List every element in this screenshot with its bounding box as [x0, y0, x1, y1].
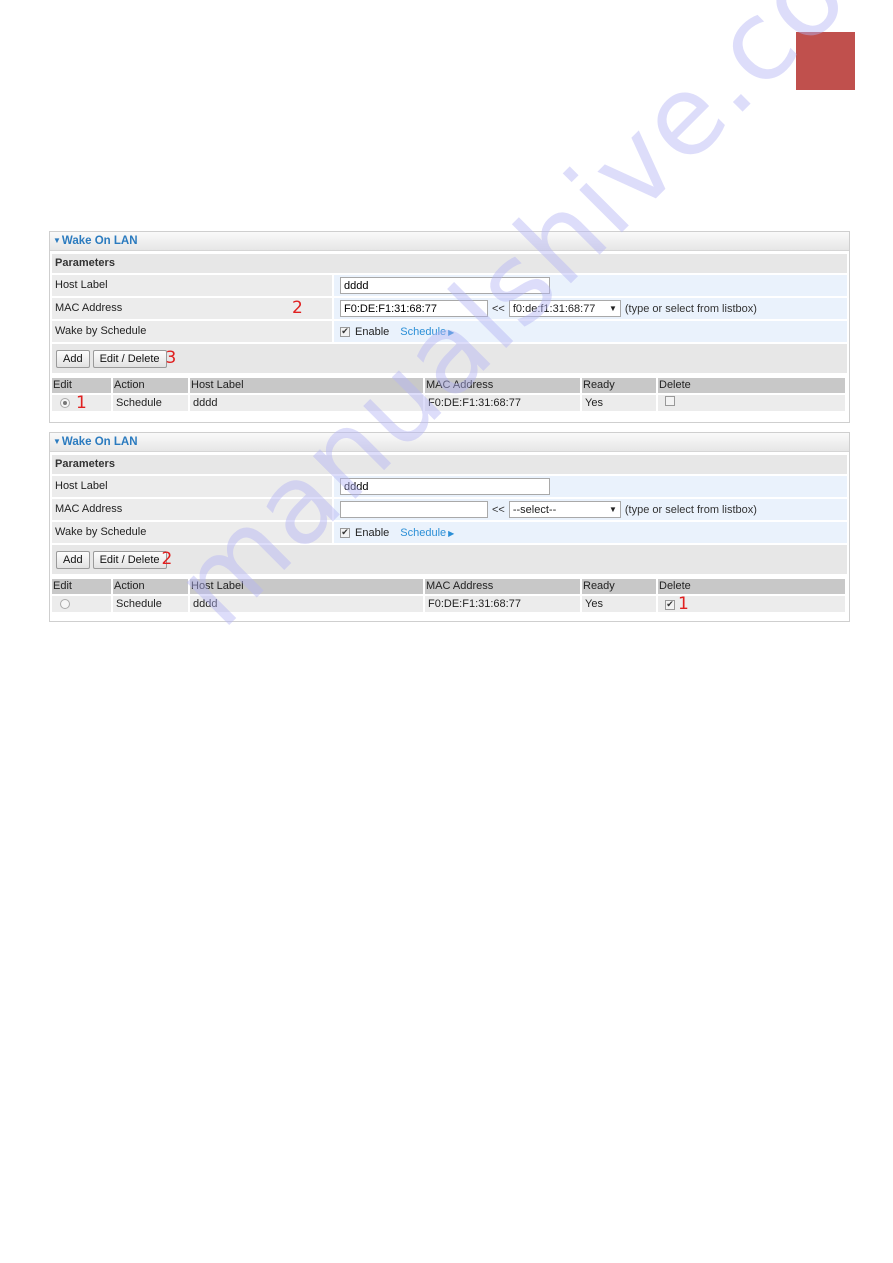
col-ready: Ready [582, 378, 656, 393]
cell-ready: Yes [582, 395, 656, 411]
cell-action: Schedule [113, 596, 188, 612]
table-row: 1 Schedule dddd F0:DE:F1:31:68:77 Yes [52, 393, 845, 413]
collapse-triangle-icon: ▼ [53, 437, 61, 446]
table-row: Schedule dddd F0:DE:F1:31:68:77 Yes ✔ 1 [52, 594, 845, 614]
host-label-input[interactable] [340, 277, 550, 294]
wake-by-schedule-row: Wake by Schedule ✔ Enable Schedule ▶ [52, 522, 847, 543]
parameters-section: Parameters Host Label MAC Address << --s… [52, 455, 847, 543]
wake-on-lan-panel-1: ▼Wake On LAN Parameters Host Label MAC A… [49, 231, 850, 423]
parameters-section: Parameters Host Label MAC Address 2 << f… [52, 254, 847, 342]
callout-number: 2 [161, 549, 173, 569]
select-value: --select-- [512, 503, 557, 516]
callout-number: 1 [76, 393, 87, 413]
wake-by-schedule-row: Wake by Schedule ✔ Enable Schedule ▶ [52, 321, 847, 342]
button-bar: Add Edit / Delete 3 [52, 344, 847, 373]
host-label-row: Host Label [52, 476, 847, 497]
mac-address-row: MAC Address 2 << f0:de:f1:31:68:77 ▼ (typ… [52, 298, 847, 319]
wol-table: Edit Action Host Label MAC Address Ready… [50, 376, 847, 413]
cell-ready: Yes [582, 596, 656, 612]
parameters-title: Parameters [52, 455, 847, 474]
cell-host-label: dddd [190, 395, 423, 411]
col-action: Action [113, 378, 188, 393]
cell-mac: F0:DE:F1:31:68:77 [425, 395, 580, 411]
schedule-link-text: Schedule [400, 325, 447, 338]
edit-radio[interactable] [60, 599, 70, 610]
chapter-tab-marker [796, 32, 855, 90]
panel-header[interactable]: ▼Wake On LAN [50, 232, 849, 251]
mac-address-select[interactable]: --select-- ▼ [508, 501, 621, 518]
cell-host-label: dddd [190, 596, 423, 612]
delete-checkbox[interactable] [665, 396, 675, 406]
mac-address-input[interactable] [340, 501, 488, 518]
col-ready: Ready [582, 579, 656, 594]
col-action: Action [113, 579, 188, 594]
wake-by-schedule-label: Wake by Schedule [52, 522, 332, 543]
host-label-input[interactable] [340, 478, 550, 495]
table-header-row: Edit Action Host Label MAC Address Ready… [52, 378, 845, 393]
enable-checkbox[interactable]: ✔ [340, 527, 350, 538]
schedule-link-text: Schedule [400, 526, 447, 539]
wol-table: Edit Action Host Label MAC Address Ready… [50, 577, 847, 614]
edit-delete-button[interactable]: Edit / Delete [92, 349, 167, 368]
add-button[interactable]: Add [56, 550, 90, 569]
panel-title: Wake On LAN [61, 235, 138, 247]
copy-separator: << [492, 503, 505, 516]
enable-label: Enable [355, 325, 390, 338]
panel-header[interactable]: ▼Wake On LAN [50, 433, 849, 452]
collapse-triangle-icon: ▼ [53, 236, 61, 245]
add-button[interactable]: Add [56, 349, 90, 368]
mac-address-label: MAC Address [55, 302, 123, 314]
col-edit: Edit [52, 378, 111, 393]
col-mac-address: MAC Address [425, 579, 580, 594]
col-delete: Delete [658, 579, 845, 594]
table-header-row: Edit Action Host Label MAC Address Ready… [52, 579, 845, 594]
callout-number: 3 [165, 348, 177, 368]
host-label-row: Host Label [52, 275, 847, 296]
button-bar: Add Edit / Delete 2 [52, 545, 847, 574]
mac-hint: (type or select from listbox) [624, 302, 757, 315]
schedule-link[interactable]: Schedule ▶ [400, 527, 454, 539]
wake-by-schedule-label: Wake by Schedule [52, 321, 332, 342]
callout-number: 1 [678, 594, 689, 614]
callout-number: 2 [292, 298, 303, 318]
col-host-label: Host Label [190, 579, 423, 594]
mac-hint: (type or select from listbox) [624, 503, 757, 516]
cell-mac: F0:DE:F1:31:68:77 [425, 596, 580, 612]
edit-delete-button[interactable]: Edit / Delete [92, 550, 167, 569]
enable-label: Enable [355, 526, 390, 539]
dropdown-arrow-icon: ▼ [608, 505, 617, 514]
play-arrow-icon: ▶ [448, 528, 455, 538]
host-label-label: Host Label [52, 275, 332, 296]
copy-separator: << [492, 302, 505, 315]
edit-radio[interactable] [60, 398, 70, 409]
select-value: f0:de:f1:31:68:77 [512, 302, 596, 315]
col-host-label: Host Label [190, 378, 423, 393]
enable-checkbox[interactable]: ✔ [340, 326, 350, 337]
mac-address-select[interactable]: f0:de:f1:31:68:77 ▼ [508, 300, 621, 317]
col-mac-address: MAC Address [425, 378, 580, 393]
panel-title: Wake On LAN [61, 436, 138, 448]
schedule-link[interactable]: Schedule ▶ [400, 326, 454, 338]
host-label-label: Host Label [52, 476, 332, 497]
play-arrow-icon: ▶ [448, 327, 455, 337]
mac-address-row: MAC Address << --select-- ▼ (type or sele… [52, 499, 847, 520]
delete-checkbox[interactable]: ✔ [665, 599, 675, 610]
mac-address-input[interactable] [340, 300, 488, 317]
cell-action: Schedule [113, 395, 188, 411]
col-edit: Edit [52, 579, 111, 594]
dropdown-arrow-icon: ▼ [608, 304, 617, 313]
col-delete: Delete [658, 378, 845, 393]
parameters-title: Parameters [52, 254, 847, 273]
mac-address-label: MAC Address [52, 499, 332, 520]
wake-on-lan-panel-2: ▼Wake On LAN Parameters Host Label MAC A… [49, 432, 850, 622]
